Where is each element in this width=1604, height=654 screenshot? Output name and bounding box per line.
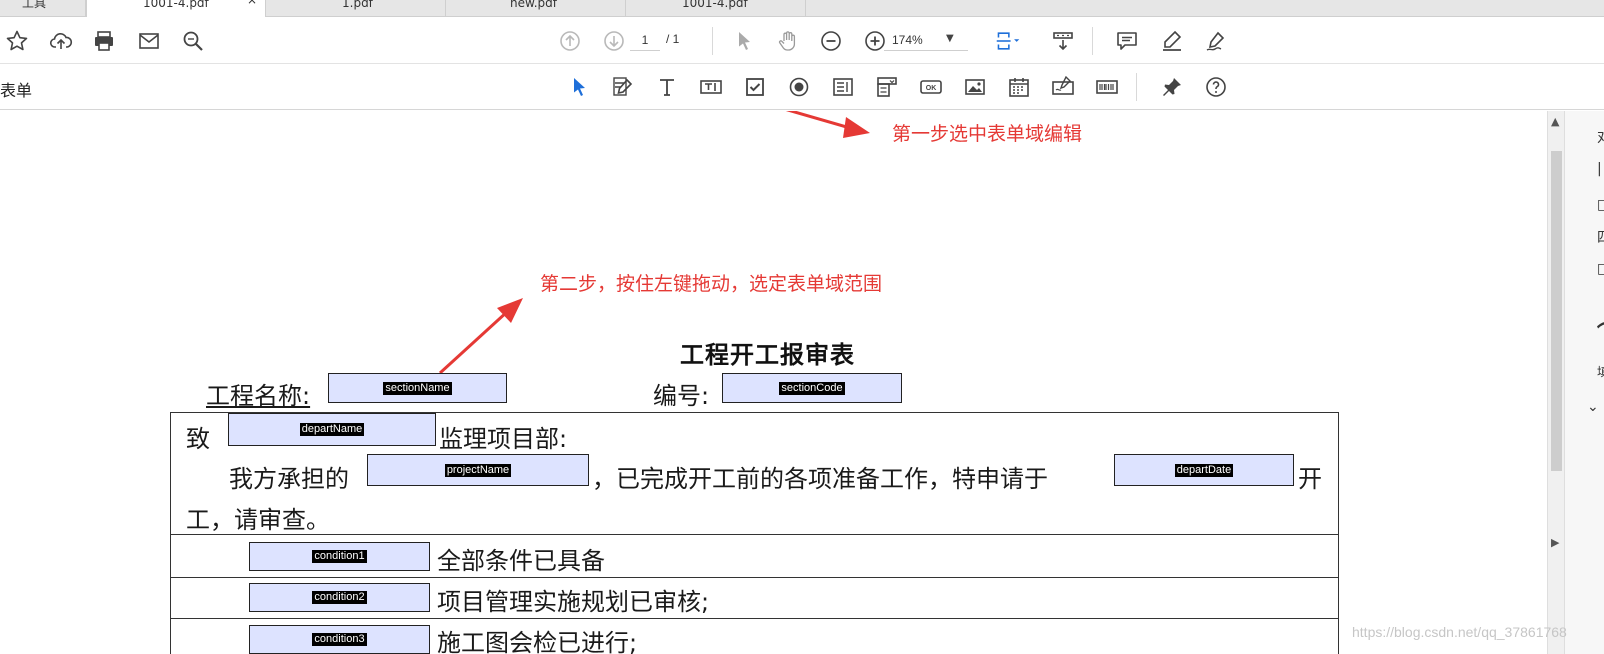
body-suffix: 开 [1298, 465, 1322, 493]
right-pane: 对 | □ 四 □ ⌒ 填 ⌄ [1564, 111, 1604, 654]
page-number-input[interactable] [630, 29, 660, 51]
sign-icon[interactable] [1203, 28, 1229, 54]
scrollbar-thumb[interactable] [1551, 151, 1562, 471]
field-condition3[interactable]: condition3 [249, 625, 430, 654]
form-title: 工程开工报审表 [680, 341, 855, 369]
to-prefix: 致 [186, 425, 210, 453]
highlight-pen-icon[interactable] [1159, 28, 1185, 54]
table-row-divider [170, 534, 1339, 535]
barcode-tool-icon[interactable] [1094, 74, 1120, 100]
right-pane-item[interactable]: | [1597, 161, 1602, 177]
toolbar-divider [1092, 27, 1093, 55]
right-pane-item[interactable]: 填 [1597, 363, 1604, 380]
radio-button-tool-icon[interactable] [786, 74, 812, 100]
field-departName[interactable]: departName [228, 413, 436, 446]
body-line2: 工，请审查。 [186, 506, 330, 534]
to-suffix: 监理项目部: [439, 425, 568, 453]
document-viewport[interactable]: 第一步选中表单域编辑 第二步，按住左键拖动，选定表单域范围 工程开工报审表 工程… [0, 111, 1510, 654]
field-sectionName[interactable]: sectionName [328, 373, 507, 403]
right-pane-item[interactable]: 四 [1597, 227, 1604, 247]
condition1-text: 全部条件已具备 [437, 547, 605, 575]
select-object-icon[interactable] [566, 74, 592, 100]
star-icon[interactable] [4, 28, 30, 54]
field-condition1[interactable]: condition1 [249, 542, 430, 571]
code-label: 编号: [653, 382, 710, 410]
text-field-icon[interactable] [698, 74, 724, 100]
field-condition2[interactable]: condition2 [249, 583, 430, 612]
scroll-mode-icon[interactable] [1050, 28, 1076, 54]
chevron-down-icon[interactable]: ▼ [946, 33, 954, 44]
toolbar-divider [712, 27, 713, 55]
chevron-right-icon[interactable]: ▶ [1551, 536, 1559, 549]
condition2-text: 项目管理实施规划已审核; [437, 588, 710, 616]
field-projectName[interactable]: projectName [367, 454, 589, 486]
page-total-label: / 1 [666, 32, 680, 46]
tab-1001-4-second[interactable]: 1001-4.pdf [626, 0, 806, 17]
body-middle: ，已完成开工前的各项准备工作，特申请于 [592, 465, 1048, 493]
image-tool-icon[interactable] [962, 74, 988, 100]
right-pane-item[interactable]: ⌒ [1597, 316, 1604, 348]
cloud-upload-icon[interactable] [48, 28, 74, 54]
comment-icon[interactable] [1114, 28, 1140, 54]
edit-form-icon[interactable] [610, 74, 636, 100]
checkbox-tool-icon[interactable] [742, 74, 768, 100]
toolbar-divider [1136, 73, 1137, 101]
right-pane-item[interactable]: 对 [1597, 127, 1604, 147]
right-pane-item[interactable]: □ [1597, 197, 1604, 213]
tab-new-pdf[interactable]: new.pdf [446, 0, 626, 17]
list-box-tool-icon[interactable] [830, 74, 856, 100]
chevron-up-icon[interactable]: ▲ [1551, 115, 1559, 128]
prev-page-icon[interactable] [557, 28, 583, 54]
select-cursor-icon[interactable] [731, 28, 757, 54]
zoom-input[interactable] [884, 29, 944, 51]
body-prefix: 我方承担的 [229, 465, 349, 493]
zoom-select[interactable]: ▼ [884, 29, 968, 51]
table-row-divider [170, 577, 1339, 578]
dropdown-tool-icon[interactable] [874, 74, 900, 100]
main-toolbar: / 1 ▼ [0, 18, 1604, 64]
field-departDate[interactable]: departDate [1114, 454, 1294, 486]
vertical-scrollbar[interactable]: ▲ [1547, 111, 1564, 654]
text-tool-icon[interactable] [654, 74, 680, 100]
print-icon[interactable] [91, 28, 117, 54]
tab-1001-4-active[interactable]: 1001-4.pdf × [86, 0, 266, 17]
condition3-text: 施工图会检已进行; [437, 629, 638, 654]
hand-tool-icon[interactable] [775, 28, 801, 54]
mail-icon[interactable] [136, 28, 162, 54]
next-page-icon[interactable] [601, 28, 627, 54]
tab-1-pdf[interactable]: 1.pdf [266, 0, 446, 17]
tool-name-label: 表单 [0, 81, 33, 100]
help-icon[interactable] [1203, 74, 1229, 100]
date-field-icon[interactable] [1006, 74, 1032, 100]
button-tool-icon[interactable]: OK [918, 74, 944, 100]
signature-field-icon[interactable] [1050, 74, 1076, 100]
tab-tools[interactable]: 工具 [0, 0, 86, 17]
watermark: https://blog.csdn.net/qq_37861768 [1352, 624, 1567, 640]
zoom-out-icon[interactable] [818, 28, 844, 54]
right-pane-item[interactable]: □ [1597, 261, 1604, 277]
field-sectionCode[interactable]: sectionCode [722, 373, 902, 403]
fit-page-icon[interactable] [995, 28, 1021, 54]
close-icon[interactable]: × [239, 0, 257, 6]
chevron-down-icon[interactable]: ⌄ [1587, 399, 1599, 415]
form-tools-toolbar: 表单 OK [0, 64, 1604, 110]
tab-bar: 工具 1001-4.pdf × 1.pdf new.pdf 1001-4.pdf [0, 0, 1604, 17]
table-row-divider [170, 618, 1339, 619]
annotation-step2: 第二步，按住左键拖动，选定表单域范围 [540, 273, 883, 295]
search-icon[interactable] [180, 28, 206, 54]
project-name-label: 工程名称: [206, 382, 311, 410]
pdf-editor-window: { "tabs": [ {"label": "工具"}, {"label": "… [0, 0, 1604, 654]
annotation-step1: 第一步选中表单域编辑 [892, 123, 1083, 145]
svg-text:OK: OK [926, 85, 937, 92]
pin-icon[interactable] [1159, 74, 1185, 100]
